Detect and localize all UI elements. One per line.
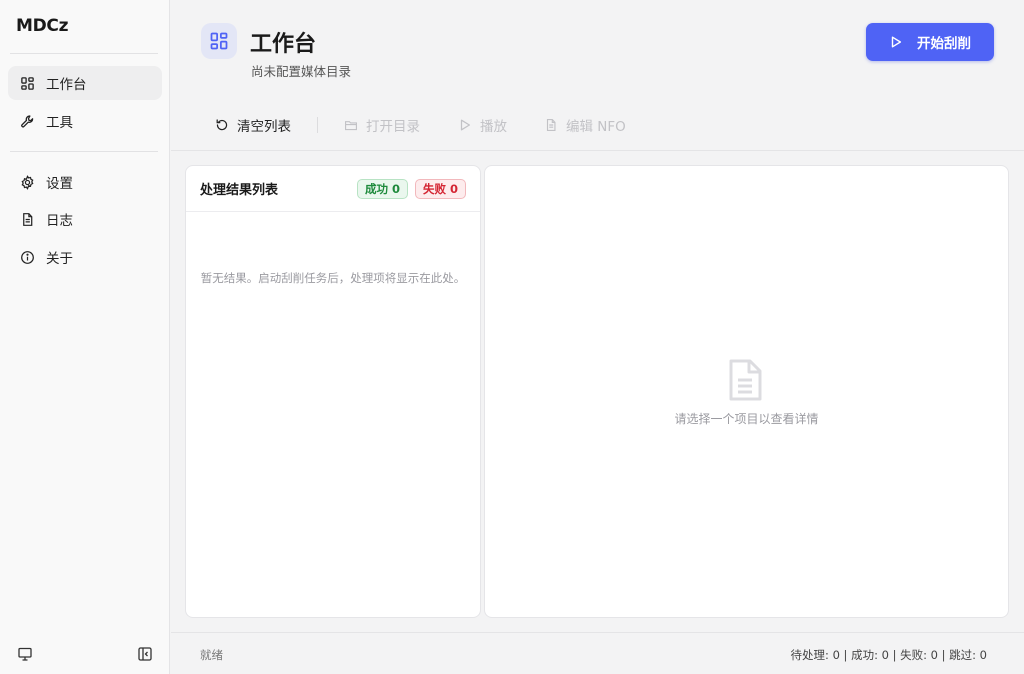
sidebar-divider (10, 53, 158, 54)
open-directory-label: 打开目录 (366, 119, 420, 135)
play-icon (460, 119, 470, 131)
sidebar-item-dashboard[interactable]: 工作台 (8, 66, 162, 100)
status-bar: 就绪 待处理: 0 | 成功: 0 | 失败: 0 | 跳过: 0 (171, 632, 1024, 674)
document-icon (546, 119, 556, 131)
results-empty-text: 暂无结果。启动刮削任务后，处理项将显示在此处。 (200, 271, 466, 285)
sidebar: MDCz 工作台 工具 设置 日志 关于 (0, 0, 170, 674)
sidebar-item-label: 工作台 (46, 77, 87, 93)
page-subtitle: 尚未配置媒体目录 (251, 64, 352, 79)
start-scrape-button[interactable]: 开始刮削 (866, 23, 994, 61)
file-icon (729, 359, 762, 401)
collapse-sidebar-icon[interactable] (137, 646, 153, 662)
results-header: 处理结果列表 成功 0 失败 0 (186, 166, 480, 212)
edit-nfo-label: 编辑 NFO (566, 119, 626, 135)
play-icon (891, 36, 902, 48)
edit-nfo-button[interactable]: 编辑 NFO (544, 108, 626, 142)
monitor-icon[interactable] (17, 646, 33, 662)
sidebar-item-tools[interactable]: 工具 (8, 104, 162, 138)
app-brand: MDCz (16, 16, 69, 36)
start-scrape-label: 开始刮削 (917, 36, 971, 52)
fail-badge: 失败 0 (414, 178, 466, 199)
content-divider (171, 150, 1024, 151)
sidebar-item-about[interactable]: 关于 (8, 240, 162, 274)
dashboard-icon (20, 76, 35, 91)
sidebar-item-label: 关于 (46, 251, 73, 267)
clear-list-button[interactable]: 清空列表 (215, 108, 291, 142)
info-icon (20, 250, 35, 265)
clear-list-label: 清空列表 (237, 119, 291, 135)
results-panel: 处理结果列表 成功 0 失败 0 暂无结果。启动刮削任务后，处理项将显示在此处。 (185, 165, 481, 618)
toolbar: 清空列表 打开目录 播放 编辑 NFO (171, 108, 1024, 142)
toolbar-divider (317, 117, 318, 133)
detail-panel: 请选择一个项目以查看详情 (484, 165, 1009, 618)
sidebar-divider (10, 151, 158, 152)
document-icon (20, 212, 35, 227)
sidebar-item-logs[interactable]: 日志 (8, 202, 162, 236)
success-badge: 成功 0 (356, 178, 408, 199)
open-directory-button[interactable]: 打开目录 (344, 108, 420, 142)
page-title: 工作台 (250, 32, 317, 57)
reset-icon (216, 119, 228, 131)
sidebar-item-label: 日志 (46, 213, 73, 229)
sidebar-item-label: 设置 (46, 176, 73, 192)
folder-icon (345, 121, 357, 131)
dashboard-icon (201, 23, 237, 59)
main-area: 工作台 尚未配置媒体目录 开始刮削 清空列表 打开目录 播放 编辑 NFO 处理… (171, 0, 1024, 674)
sidebar-item-settings[interactable]: 设置 (8, 165, 162, 199)
gear-icon (20, 174, 35, 190)
wrench-icon (20, 114, 35, 129)
detail-hint: 请选择一个项目以查看详情 (674, 412, 819, 426)
status-counts: 待处理: 0 | 成功: 0 | 失败: 0 | 跳过: 0 (790, 648, 987, 662)
play-button[interactable]: 播放 (458, 108, 507, 142)
sidebar-item-label: 工具 (46, 115, 73, 131)
results-badges: 成功 0 失败 0 (356, 178, 466, 199)
status-text: 就绪 (200, 648, 223, 662)
play-label: 播放 (480, 119, 507, 135)
results-title: 处理结果列表 (200, 183, 279, 198)
